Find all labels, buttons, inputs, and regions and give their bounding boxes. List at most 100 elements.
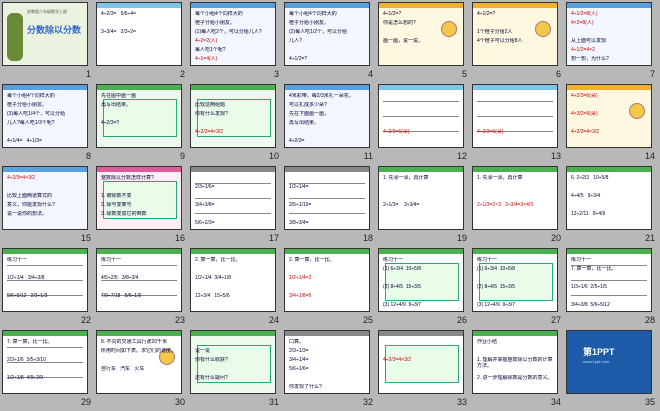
slide-thumbnail-34[interactable]: 作业小结 1. 理解并掌握整数除以分数的计算方法。 2. 进一步理解除数是分数的意义… xyxy=(471,329,565,411)
slide-preview[interactable]: 每个小组4个同样大的 橙子分给小朋友。 (1)每人吃2个，可以分给几人? 4÷2=2(… xyxy=(190,2,276,66)
slide-preview[interactable]: 4÷1/2=8(人) 4×2=8(人) 从上面可以发现 4÷1/2=4×2 想一想，为什… xyxy=(566,2,652,66)
slide-preview[interactable]: 1. 先涂一涂，再计算 2÷1/3= 3÷3/4= xyxy=(378,166,464,230)
slide-preview[interactable]: 练习十一 (1) 6÷3/4 10÷5/8 (2) 8÷4/5 15÷3/5 (3) … xyxy=(472,248,558,312)
slide-header-bar xyxy=(285,85,369,90)
slide-thumbnail-12[interactable]: 4÷2/3=6(朵) 12 xyxy=(377,83,471,165)
slide-header-bar xyxy=(473,3,557,8)
fraction-strip xyxy=(7,265,83,266)
slide-preview[interactable]: 4米彩带，每2/3米扎一朵花， 可以扎成多少朵? 先在下面画一画， 再写出结果。 4÷2… xyxy=(284,84,370,148)
slide-thumbnail-30[interactable]: 8. 不同的交通工具行驶20千米 所用时间如下表。求它们的速度。 自行车 汽车 火车… xyxy=(95,329,189,411)
slide-thumbnail-11[interactable]: 4米彩带，每2/3米扎一朵花， 可以扎成多少朵? 先在下面画一画， 再写出结果。 4÷2… xyxy=(283,83,377,165)
slide-thumbnail-14[interactable]: 4÷2/3=6(朵) 4×3/2=6(朵) 4÷2/3=4×3/2 14 xyxy=(565,83,659,165)
slide-preview[interactable]: 4÷2/3=4×3/2 比较上面两道算式的 意义，你能发现什么? 说一说你的想法。 xyxy=(2,166,88,230)
slide-thumbnail-17[interactable]: 2/3÷1/6= 3/4÷3/8= 5/6÷2/3= 17 xyxy=(189,165,283,247)
slide-text-line: 橙子分给小朋友。 xyxy=(289,20,330,26)
slide-preview[interactable]: 比较这两组题 你有什么发现? 4÷2/3=4×3/2 xyxy=(190,84,276,148)
slide-thumbnail-20[interactable]: 1. 先涂一涂，再计算 2÷1/3=2×3 3÷3/4=3×4/3 20 xyxy=(471,165,565,247)
slide-sorter-grid: 苏教版六年级数学上册 分数除以分数 1 4÷2/3= 5/6÷4= 3÷3/4= 2/3… xyxy=(0,0,660,410)
slide-preview[interactable]: 4÷2/3=6(朵) 4×3/2=6(朵) 4÷2/3=4×3/2 xyxy=(566,84,652,148)
slide-thumbnail-21[interactable]: 6. 2÷2/3 10÷5/8 4÷4/5 9÷3/4 12÷2/11 8÷4/9 2… xyxy=(565,165,659,247)
slide-thumbnail-32[interactable]: 口算。 2/3÷1/3= 3/4÷1/4= 5/6÷1/6= 你发现了什么? 32 xyxy=(283,329,377,411)
slide-text-line: 4米彩带，每2/3米扎一朵花， xyxy=(289,93,354,99)
slide-header-bar xyxy=(567,167,651,172)
slide-text-line: 几人?每人吃1/3个呢? xyxy=(7,120,55,126)
slide-thumbnail-15[interactable]: 4÷2/3=4×3/2 比较上面两道算式的 意义，你能发现什么? 说一说你的想法。 15 xyxy=(1,165,95,247)
slide-thumbnail-26[interactable]: 练习十一 (1) 6÷3/4 10÷5/8 (2) 8÷4/5 15÷3/5 (3) … xyxy=(377,247,471,329)
slide-thumbnail-1[interactable]: 苏教版六年级数学上册 分数除以分数 1 xyxy=(1,1,95,83)
slide-thumbnail-3[interactable]: 每个小组4个同样大的 橙子分给小朋友。 (1)每人吃2个，可以分给几人? 4÷2=2(… xyxy=(189,1,283,83)
slide-preview[interactable]: 2. 算一算，比一比。 1/2÷1/4=2 3/4÷1/8=6 xyxy=(284,248,370,312)
slide-text-line: 意义，你能发现什么? xyxy=(7,202,55,208)
slide-number: 3 xyxy=(273,69,279,79)
slide-text-line: 说一说你的想法。 xyxy=(7,211,48,217)
slide-preview[interactable]: 2. 算一算，比一比。 1/2÷1/4 3/4÷1/8 12÷3/4 15÷5/6 xyxy=(190,248,276,312)
slide-preview[interactable]: 1/2÷1/4= 2/5÷1/10= 3/8÷3/4= xyxy=(284,166,370,230)
slide-preview[interactable]: 每个小组4个同样大的 橙子分给小朋友。 (3)每人吃1/4个，可以分给 几人?每人吃1… xyxy=(2,84,88,148)
slide-thumbnail-25[interactable]: 2. 算一算，比一比。 1/2÷1/4=2 3/4÷1/8=6 25 xyxy=(283,247,377,329)
slide-text-line: 3/4÷1/8=6 xyxy=(289,293,312,299)
slide-number: 24 xyxy=(268,315,279,325)
fraction-strip xyxy=(289,213,365,214)
slide-preview[interactable]: 8. 不同的交通工具行驶20千米 所用时间如下表。求它们的速度。 自行车 汽车 火车 xyxy=(96,330,182,394)
slide-preview[interactable]: 说一说 你有什么收获? 还有什么疑问? xyxy=(190,330,276,394)
slide-preview[interactable]: 4÷2/3=6(朵) xyxy=(378,84,464,148)
slide-thumbnail-6[interactable]: 4÷1/2=? 1个橙子分给2人 4个橙子可以分给8人 6 xyxy=(471,1,565,83)
slide-preview[interactable]: 7. 算一算，比一比。 2/3÷1/6 3/5÷3/10 1/2÷1/8 4/9÷2… xyxy=(2,330,88,394)
slide-thumbnail-19[interactable]: 1. 先涂一涂，再计算 2÷1/3= 3÷3/4= 19 xyxy=(377,165,471,247)
slide-preview[interactable]: 练习十一 (1) 6÷3/4 10÷5/8 (2) 8÷4/5 15÷3/5 (3) … xyxy=(378,248,464,312)
slide-text-line: (2) 8÷4/5 15÷3/5 xyxy=(477,284,516,290)
slide-preview[interactable]: 口算。 2/3÷1/3= 3/4÷1/4= 5/6÷1/6= 你发现了什么? xyxy=(284,330,370,394)
brand-logo: 第1PPT xyxy=(583,347,615,357)
slide-preview[interactable]: 1. 先涂一涂，再计算 2÷1/3=2×3 3÷3/4=3×4/3 xyxy=(472,166,558,230)
slide-preview[interactable]: 第1PPT www.1ppt.com xyxy=(566,330,652,394)
slide-thumbnail-35[interactable]: 第1PPT www.1ppt.com 35 xyxy=(565,329,659,411)
slide-preview[interactable]: 练习十一 7. 算一算，比一比。 1/3÷1/6 2/5÷1/5 3/4÷3/8 5/… xyxy=(566,248,652,312)
slide-text-line: 比较上面两道算式的 xyxy=(7,193,53,199)
slide-preview[interactable]: 6. 2÷2/3 10÷5/8 4÷4/5 9÷3/4 12÷2/11 8÷4/9 xyxy=(566,166,652,230)
slide-number: 6 xyxy=(555,69,561,79)
slide-thumbnail-29[interactable]: 7. 算一算，比一比。 2/3÷1/6 3/5÷3/10 1/2÷1/8 4/9÷2… xyxy=(1,329,95,411)
slide-text-line: 4÷1/2=? xyxy=(289,56,308,62)
slide-text-line: 你是怎么想的? xyxy=(383,20,416,26)
slide-preview[interactable]: 每个小组4个同样大的 橙子分给小朋友。 (2)每人吃1/2个，可以分给 几人? 4÷1/… xyxy=(284,2,370,66)
slide-text-line: 从上面可以发现 xyxy=(571,38,607,44)
slide-thumbnail-24[interactable]: 2. 算一算，比一比。 1/2÷1/4 3/4÷1/8 12÷3/4 15÷5/6 2… xyxy=(189,247,283,329)
slide-thumbnail-28[interactable]: 练习十一 7. 算一算，比一比。 1/3÷1/6 2/5÷1/5 3/4÷3/8 5/… xyxy=(565,247,659,329)
slide-preview[interactable]: 整数除以分数怎样计算? 1. 被除数不变 2. 除号变乘号 3. 除数变成它的倒数 xyxy=(96,166,182,230)
slide-preview[interactable]: 4÷2/3=6(朵) xyxy=(472,84,558,148)
slide-thumbnail-5[interactable]: 4÷1/2=? 你是怎么想的? 画一画，说一说。 5 xyxy=(377,1,471,83)
slide-preview[interactable]: 4÷1/2=? 1个橙子分给2人 4个橙子可以分给8人 xyxy=(472,2,558,66)
slide-text-line: 4÷2/3=6(朵) xyxy=(477,129,504,135)
slide-thumbnail-18[interactable]: 1/2÷1/4= 2/5÷1/10= 3/8÷3/4= 18 xyxy=(283,165,377,247)
slide-thumbnail-23[interactable]: 练习十一 4/5÷2/5 3/8÷3/4 7/9÷7/18 5/6÷1/6 23 xyxy=(95,247,189,329)
slide-thumbnail-10[interactable]: 比较这两组题 你有什么发现? 4÷2/3=4×3/2 10 xyxy=(189,83,283,165)
slide-number: 8 xyxy=(85,151,91,161)
slide-preview[interactable]: 2/3÷1/6= 3/4÷3/8= 5/6÷2/3= xyxy=(190,166,276,230)
slide-thumbnail-2[interactable]: 4÷2/3= 5/6÷4= 3÷3/4= 2/3÷2= 2 xyxy=(95,1,189,83)
slide-thumbnail-13[interactable]: 4÷2/3=6(朵) 13 xyxy=(471,83,565,165)
slide-preview[interactable]: 练习十一 4/5÷2/5 3/8÷3/4 7/9÷7/18 5/6÷1/6 xyxy=(96,248,182,312)
slide-number: 13 xyxy=(550,151,561,161)
slide-thumbnail-16[interactable]: 整数除以分数怎样计算? 1. 被除数不变 2. 除号变乘号 3. 除数变成它的倒数 16 xyxy=(95,165,189,247)
slide-thumbnail-8[interactable]: 每个小组4个同样大的 橙子分给小朋友。 (3)每人吃1/4个，可以分给 几人?每人吃1… xyxy=(1,83,95,165)
slide-preview[interactable]: 练习十一 1/2÷1/4 3/4÷3/8 5/6÷5/12 2/3÷1/3 xyxy=(2,248,88,312)
slide-preview[interactable]: 先在图中画一画 再写出结果。 4÷2/3=? xyxy=(96,84,182,148)
slide-thumbnail-31[interactable]: 说一说 你有什么收获? 还有什么疑问? 31 xyxy=(189,329,283,411)
slide-text-line: 4÷2/3=4×3/2 xyxy=(571,129,600,135)
slide-thumbnail-7[interactable]: 4÷1/2=8(人) 4×2=8(人) 从上面可以发现 4÷1/2=4×2 想一想，为什… xyxy=(565,1,659,83)
slide-thumbnail-4[interactable]: 每个小组4个同样大的 橙子分给小朋友。 (2)每人吃1/2个，可以分给 几人? 4÷1/… xyxy=(283,1,377,83)
slide-text-line: 1. 理解并掌握整数除以分数的计算方法。 xyxy=(477,357,553,369)
slide-thumbnail-33[interactable]: 4÷2/3=4×3/2 33 xyxy=(377,329,471,411)
slide-number: 34 xyxy=(550,397,561,407)
slide-text-line: 每个小组4个同样大的 xyxy=(289,11,337,17)
slide-preview[interactable]: 4÷2/3= 5/6÷4= 3÷3/4= 2/3÷2= xyxy=(96,2,182,66)
slide-number: 4 xyxy=(367,69,373,79)
slide-thumbnail-22[interactable]: 练习十一 1/2÷1/4 3/4÷3/8 5/6÷5/12 2/3÷1/3 22 xyxy=(1,247,95,329)
slide-preview[interactable]: 4÷1/2=? 你是怎么想的? 画一画，说一说。 xyxy=(378,2,464,66)
slide-preview[interactable]: 苏教版六年级数学上册 分数除以分数 xyxy=(2,2,88,66)
slide-preview[interactable]: 作业小结 1. 理解并掌握整数除以分数的计算方法。 2. 进一步理解除数是分数的意义… xyxy=(472,330,558,394)
slide-thumbnail-9[interactable]: 先在图中画一画 再写出结果。 4÷2/3=? 9 xyxy=(95,83,189,165)
slide-preview[interactable]: 4÷2/3=4×3/2 xyxy=(378,330,464,394)
slide-number: 22 xyxy=(80,315,91,325)
slide-thumbnail-27[interactable]: 练习十一 (1) 6÷3/4 10÷5/8 (2) 8÷4/5 15÷3/5 (3) … xyxy=(471,247,565,329)
